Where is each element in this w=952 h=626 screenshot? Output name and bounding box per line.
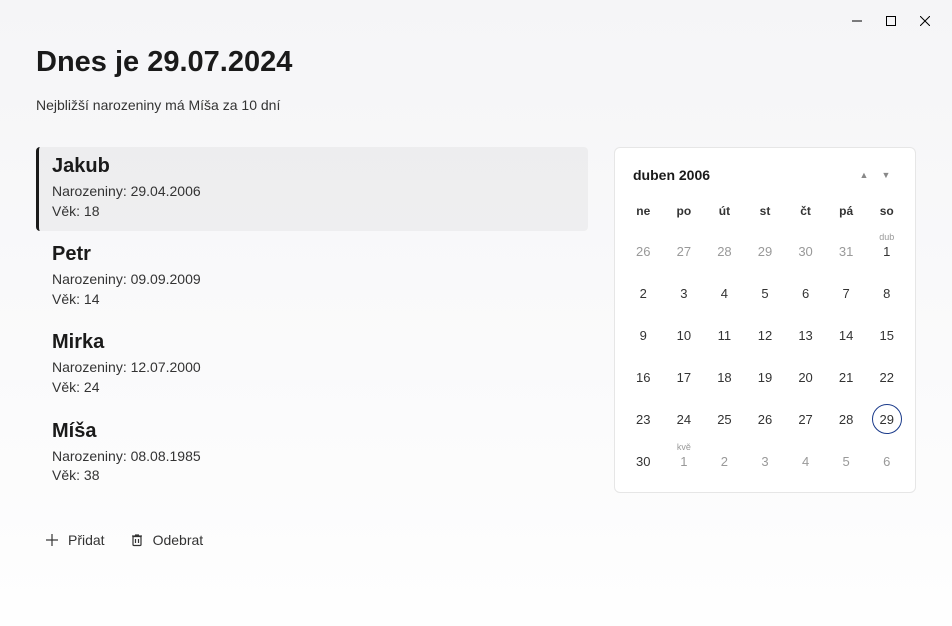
person-item[interactable]: Míša Narozeniny: 08.08.1985Věk: 38 — [36, 412, 588, 496]
person-item[interactable]: Petr Narozeniny: 09.09.2009Věk: 14 — [36, 235, 588, 319]
calendar-day[interactable]: kvě1 — [664, 440, 705, 482]
calendar-day[interactable]: 3 — [745, 440, 786, 482]
calendar-day[interactable]: 23 — [623, 398, 664, 440]
person-name: Míša — [52, 420, 572, 443]
calendar-dow: st — [745, 196, 786, 230]
calendar-day[interactable]: 25 — [704, 398, 745, 440]
person-age: Věk: 24 — [52, 378, 572, 398]
calendar-day[interactable]: 16 — [623, 356, 664, 398]
calendar-month-hint: dub — [879, 232, 894, 242]
person-name: Jakub — [52, 155, 572, 178]
person-birthday: Narozeniny: 29.04.2006 — [52, 182, 572, 202]
calendar-dow: so — [866, 196, 907, 230]
minimize-icon[interactable] — [850, 14, 864, 28]
calendar-day[interactable]: 4 — [785, 440, 826, 482]
calendar-day[interactable]: 22 — [866, 356, 907, 398]
calendar-day[interactable]: 30 — [623, 440, 664, 482]
calendar-day[interactable]: 7 — [826, 272, 867, 314]
calendar-dow: ne — [623, 196, 664, 230]
person-item[interactable]: Jakub Narozeniny: 29.04.2006Věk: 18 — [36, 147, 588, 231]
calendar-title[interactable]: duben 2006 — [633, 167, 853, 183]
calendar-day[interactable]: 12 — [745, 314, 786, 356]
calendar-day[interactable]: 28 — [826, 398, 867, 440]
calendar-day[interactable]: 2 — [623, 272, 664, 314]
page-title: Dnes je 29.07.2024 — [36, 46, 916, 79]
calendar-day[interactable]: 17 — [664, 356, 705, 398]
calendar-day[interactable]: 29 — [866, 398, 907, 440]
calendar-day[interactable]: 20 — [785, 356, 826, 398]
remove-button[interactable]: Odebrat — [129, 532, 204, 548]
calendar-day[interactable]: 26 — [623, 230, 664, 272]
calendar-day[interactable]: 13 — [785, 314, 826, 356]
calendar-day[interactable]: 6 — [866, 440, 907, 482]
calendar-day[interactable]: 14 — [826, 314, 867, 356]
calendar-month-hint: kvě — [677, 442, 691, 452]
calendar-dow: po — [664, 196, 705, 230]
add-button[interactable]: Přidat — [44, 532, 105, 548]
calendar-day[interactable]: 21 — [826, 356, 867, 398]
calendar-dow: pá — [826, 196, 867, 230]
calendar-day[interactable]: 31 — [826, 230, 867, 272]
add-label: Přidat — [68, 532, 105, 548]
calendar-day[interactable]: 29 — [745, 230, 786, 272]
subtitle: Nejbližší narozeniny má Míša za 10 dní — [36, 97, 916, 113]
person-item[interactable]: Mirka Narozeniny: 12.07.2000Věk: 24 — [36, 323, 588, 407]
calendar-dow: čt — [785, 196, 826, 230]
calendar-day[interactable]: 3 — [664, 272, 705, 314]
calendar-day[interactable]: 4 — [704, 272, 745, 314]
calendar-day[interactable]: 2 — [704, 440, 745, 482]
calendar-dow: út — [704, 196, 745, 230]
calendar-day[interactable]: 5 — [826, 440, 867, 482]
person-age: Věk: 14 — [52, 290, 572, 310]
calendar-day[interactable]: 27 — [785, 398, 826, 440]
people-list: Jakub Narozeniny: 29.04.2006Věk: 18 Petr Na… — [36, 147, 588, 500]
calendar-day[interactable]: 18 — [704, 356, 745, 398]
plus-icon — [44, 532, 60, 548]
person-birthday: Narozeniny: 08.08.1985 — [52, 447, 572, 467]
trash-icon — [129, 532, 145, 548]
person-name: Mirka — [52, 331, 572, 354]
calendar-day[interactable]: 5 — [745, 272, 786, 314]
calendar-next-icon[interactable]: ▼ — [875, 164, 897, 186]
calendar-day[interactable]: dub1 — [866, 230, 907, 272]
calendar-day[interactable]: 26 — [745, 398, 786, 440]
calendar-day[interactable]: 11 — [704, 314, 745, 356]
person-age: Věk: 38 — [52, 466, 572, 486]
calendar-day[interactable]: 28 — [704, 230, 745, 272]
calendar-day[interactable]: 27 — [664, 230, 705, 272]
calendar-day[interactable]: 10 — [664, 314, 705, 356]
calendar-day[interactable]: 6 — [785, 272, 826, 314]
calendar-day[interactable]: 15 — [866, 314, 907, 356]
calendar-day[interactable]: 8 — [866, 272, 907, 314]
close-icon[interactable] — [918, 14, 932, 28]
remove-label: Odebrat — [153, 532, 204, 548]
calendar-day[interactable]: 19 — [745, 356, 786, 398]
person-age: Věk: 18 — [52, 202, 572, 222]
calendar-day[interactable]: 24 — [664, 398, 705, 440]
person-birthday: Narozeniny: 09.09.2009 — [52, 270, 572, 290]
calendar-prev-icon[interactable]: ▲ — [853, 164, 875, 186]
person-birthday: Narozeniny: 12.07.2000 — [52, 358, 572, 378]
maximize-icon[interactable] — [884, 14, 898, 28]
calendar-day[interactable]: 9 — [623, 314, 664, 356]
calendar: duben 2006 ▲ ▼ nepoútstčtpáso26272829303… — [614, 147, 916, 493]
person-name: Petr — [52, 243, 572, 266]
calendar-day[interactable]: 30 — [785, 230, 826, 272]
